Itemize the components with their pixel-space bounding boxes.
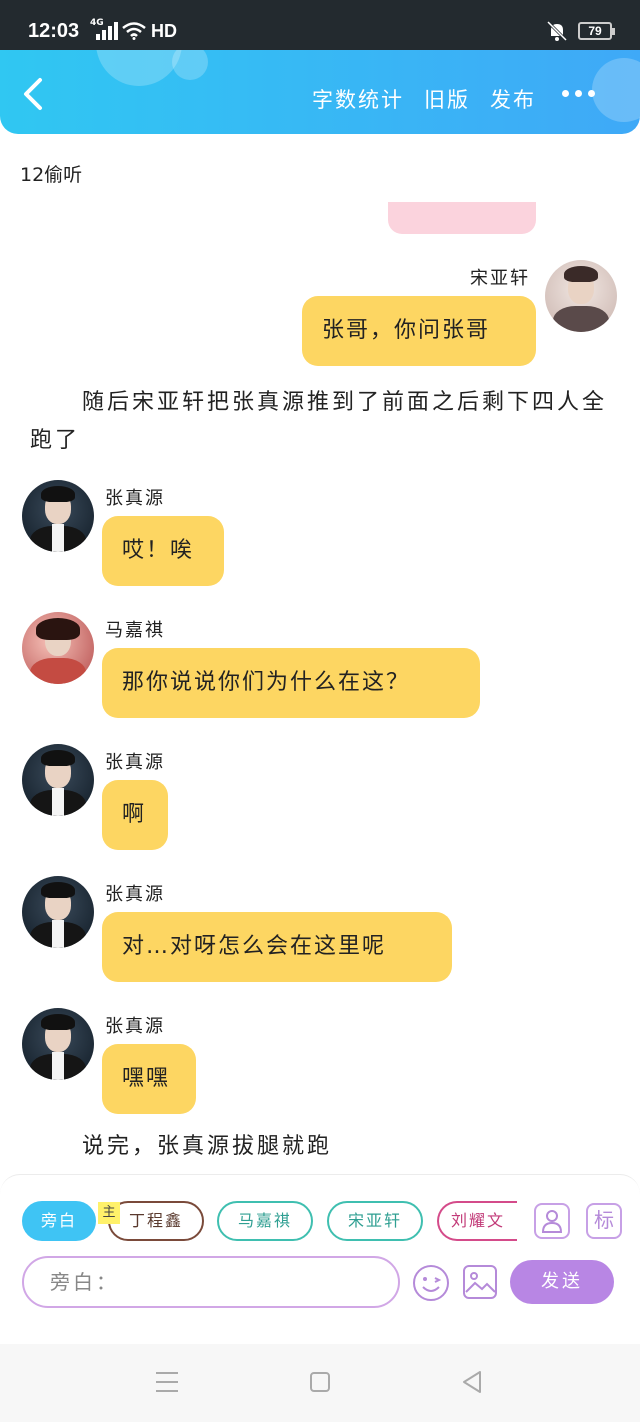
wifi-icon (122, 22, 146, 40)
avatar[interactable] (22, 480, 94, 552)
status-time: 12:03 (28, 20, 80, 42)
publish-button[interactable]: 发布 (490, 84, 536, 114)
message-bubble: 那你说说你们为什么在这？ (102, 648, 480, 718)
mute-icon (546, 20, 568, 42)
sender-name: 张真源 (105, 884, 165, 905)
role-chip-ding-chengxin[interactable]: 丁程鑫 (108, 1201, 204, 1241)
role-chip-ma-jiaqi[interactable]: 马嘉祺 (217, 1201, 313, 1241)
chapter-title: 12偷听 (20, 164, 83, 186)
tag-button[interactable]: 标 (586, 1203, 622, 1239)
system-nav-bar (0, 1344, 640, 1422)
avatar[interactable] (22, 612, 94, 684)
person-icon (541, 1210, 563, 1233)
top-bar: 字数统计 旧版 发布 (0, 50, 640, 134)
message-bubble: 张哥，你问张哥 (302, 296, 536, 366)
more-icon[interactable] (562, 90, 598, 102)
sender-name: 宋亚轩 (470, 268, 530, 289)
sender-name: 马嘉祺 (105, 620, 165, 641)
sender-name: 张真源 (105, 488, 165, 509)
battery-level: 79 (588, 24, 602, 38)
avatar[interactable] (545, 260, 617, 332)
image-icon[interactable] (462, 1264, 498, 1300)
message-bubble: 对…对呀怎么会在这里呢 (102, 912, 452, 982)
home-icon[interactable] (310, 1372, 330, 1392)
back-triangle-icon[interactable] (460, 1370, 484, 1394)
narration-text: 随后宋亚轩把张真源推到了前面之后剩下四人全跑了 (30, 390, 608, 453)
menu-icon[interactable] (156, 1372, 178, 1392)
avatar[interactable] (22, 744, 94, 816)
sender-name: 张真源 (105, 752, 165, 773)
network-type: 4G (90, 18, 104, 28)
role-manager-button[interactable] (534, 1203, 570, 1239)
back-icon[interactable] (14, 72, 54, 116)
role-chip-song-yaxuan[interactable]: 宋亚轩 (327, 1201, 423, 1241)
hd-label: HD (151, 21, 177, 41)
word-count-button[interactable]: 字数统计 (312, 84, 404, 114)
message-input[interactable]: 旁白： (22, 1256, 400, 1308)
send-button[interactable]: 发送 (510, 1260, 614, 1304)
battery-icon: 79 (578, 22, 615, 40)
message-bubble: 哎！唉 (102, 516, 224, 586)
avatar[interactable] (22, 876, 94, 948)
sender-name: 张真源 (105, 1016, 165, 1037)
main-role-badge: 主 (98, 1202, 120, 1224)
old-version-button[interactable]: 旧版 (424, 84, 470, 114)
previous-bubble (388, 202, 536, 234)
role-chip-narration[interactable]: 旁白 (22, 1201, 96, 1241)
message-bubble: 嘿嘿 (102, 1044, 196, 1114)
avatar[interactable] (22, 1008, 94, 1080)
role-chip-liu-yaowen[interactable]: 刘耀文 (437, 1201, 517, 1241)
message-bubble: 啊 (102, 780, 168, 850)
narration-text: 说完，张真源拔腿就跑 (82, 1134, 333, 1159)
emoji-icon[interactable] (412, 1264, 450, 1302)
